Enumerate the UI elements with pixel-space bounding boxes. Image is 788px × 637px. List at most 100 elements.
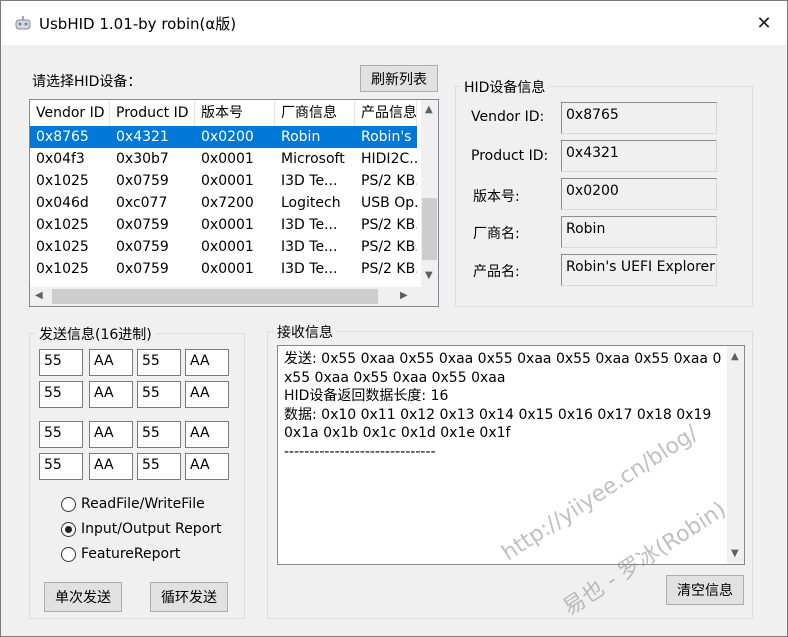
mode-feature-report-label: FeatureReport	[81, 546, 181, 562]
device-row[interactable]: 0x1025 0x0759 0x0001 I3D Te... PS/2 KB...	[30, 236, 417, 258]
device-cell: 0x1025	[36, 261, 89, 277]
vendor-id-field: 0x8765	[561, 102, 717, 134]
horizontal-scroll-thumb[interactable]	[52, 289, 378, 304]
device-list-horizontal-scrollbar[interactable]: ◀ ▶	[30, 287, 421, 306]
device-cell: Logitech	[281, 195, 341, 211]
device-cell: PS/2 KB...	[361, 261, 417, 277]
column-manufacturer[interactable]: 厂商信息	[275, 100, 355, 126]
mode-input-output-report-radio[interactable]: Input/Output Report	[61, 521, 221, 537]
device-row[interactable]: 0x1025 0x0759 0x0001 I3D Te... PS/2 KB...	[30, 170, 417, 192]
loop-send-button[interactable]: 循环发送	[150, 582, 228, 612]
vertical-scroll-thumb[interactable]	[422, 198, 437, 260]
main-window: UsbHID 1.01-by robin(α版) ✕ 请选择HID设备： 刷新列…	[0, 0, 788, 637]
column-version[interactable]: 版本号	[195, 100, 275, 126]
clear-info-button[interactable]: 清空信息	[666, 575, 744, 605]
device-row[interactable]: 0x1025 0x0759 0x0001 I3D Te... PS/2 KB...	[30, 258, 417, 280]
hex-byte-input[interactable]: AA	[89, 421, 133, 448]
scroll-right-icon[interactable]: ▶	[400, 290, 408, 301]
device-cell: 0x1025	[36, 217, 89, 233]
device-cell: 0x0200	[201, 129, 254, 145]
receive-title: 接收信息	[273, 322, 337, 342]
column-product-id[interactable]: Product ID	[110, 100, 195, 126]
refresh-list-button[interactable]: 刷新列表	[360, 65, 438, 92]
hex-byte-input[interactable]: 55	[39, 349, 83, 376]
device-cell: I3D Te...	[281, 217, 338, 233]
hex-byte-input[interactable]: 55	[39, 421, 83, 448]
hex-byte-input[interactable]: 55	[137, 421, 181, 448]
close-icon: ✕	[756, 12, 772, 34]
device-list-header: Vendor ID Product ID 版本号 厂商信息 产品信息	[30, 100, 417, 126]
device-cell: 0xc077	[116, 195, 168, 211]
device-cell: 0x0001	[201, 217, 254, 233]
device-cell: PS/2 KB...	[361, 217, 417, 233]
device-cell: 0x8765	[36, 129, 89, 145]
device-row[interactable]: 0x1025 0x0759 0x0001 I3D Te... PS/2 KB...	[30, 214, 417, 236]
hex-byte-input[interactable]: AA	[185, 349, 229, 376]
mode-input-output-report-label: Input/Output Report	[81, 521, 222, 537]
device-cell: 0x0759	[116, 261, 169, 277]
mode-feature-report-radio[interactable]: FeatureReport	[61, 546, 180, 562]
scroll-up-icon[interactable]: ▲	[731, 351, 739, 362]
device-cell: PS/2 KB...	[361, 173, 417, 189]
scroll-down-icon[interactable]: ▼	[731, 548, 739, 559]
radio-button-icon	[61, 546, 76, 562]
device-list-vertical-scrollbar[interactable]: ▲ ▼	[421, 100, 438, 288]
manufacturer-label: 厂商名:	[473, 226, 520, 242]
hex-byte-input[interactable]: 55	[137, 349, 181, 376]
device-cell: 0x0759	[116, 217, 169, 233]
version-field: 0x0200	[561, 178, 717, 210]
device-cell: I3D Te...	[281, 261, 338, 277]
single-send-button[interactable]: 单次发送	[44, 582, 122, 612]
device-cell: USB Op...	[361, 195, 417, 211]
device-cell: 0x0001	[201, 261, 254, 277]
column-vendor-id[interactable]: Vendor ID	[30, 100, 110, 126]
receive-vertical-scrollbar[interactable]: ▲ ▼	[727, 346, 744, 564]
product-id-field: 0x4321	[561, 140, 717, 172]
device-cell: 0x1025	[36, 239, 89, 255]
device-cell: PS/2 KB...	[361, 239, 417, 255]
column-product[interactable]: 产品信息	[355, 100, 417, 126]
device-list[interactable]: Vendor ID Product ID 版本号 厂商信息 产品信息 0x876…	[29, 99, 439, 307]
device-cell: Robin's ...	[361, 129, 417, 145]
hex-byte-input[interactable]: 55	[39, 453, 83, 480]
device-row[interactable]: 0x8765 0x4321 0x0200 Robin Robin's ...	[30, 126, 417, 148]
scroll-left-icon[interactable]: ◀	[35, 290, 43, 301]
product-field: Robin's UEFI Explorer	[561, 254, 717, 286]
product-label: 产品名:	[473, 264, 520, 280]
device-row[interactable]: 0x046d 0xc077 0x7200 Logitech USB Op...	[30, 192, 417, 214]
device-cell: 0x7200	[201, 195, 254, 211]
device-list-body: 0x8765 0x4321 0x0200 Robin Robin's ... 0x04f3…	[30, 126, 417, 280]
hex-byte-input[interactable]: AA	[185, 421, 229, 448]
mode-readfile-writefile-label: ReadFile/WriteFile	[81, 496, 205, 512]
window-title: UsbHID 1.01-by robin(α版)	[39, 15, 237, 33]
hex-byte-input[interactable]: 55	[39, 381, 83, 408]
hex-byte-input[interactable]: AA	[185, 381, 229, 408]
device-cell: 0x0001	[201, 151, 254, 167]
manufacturer-field: Robin	[561, 216, 717, 248]
product-id-label: Product ID:	[471, 148, 549, 164]
device-cell: Microsoft	[281, 151, 345, 167]
hex-byte-input[interactable]: 55	[137, 453, 181, 480]
device-cell: 0x30b7	[116, 151, 169, 167]
usb-app-icon	[15, 16, 31, 30]
hex-byte-input[interactable]: 55	[137, 381, 181, 408]
hex-byte-input[interactable]: AA	[89, 349, 133, 376]
close-button[interactable]: ✕	[741, 1, 787, 45]
hex-byte-input[interactable]: AA	[89, 381, 133, 408]
device-cell: 0x0759	[116, 239, 169, 255]
hex-byte-input[interactable]: AA	[89, 453, 133, 480]
device-cell: Robin	[281, 129, 321, 145]
scroll-down-icon[interactable]: ▼	[425, 270, 433, 281]
version-label: 版本号:	[473, 189, 520, 205]
hex-byte-input[interactable]: AA	[185, 453, 229, 480]
device-cell: I3D Te...	[281, 239, 338, 255]
mode-readfile-writefile-radio[interactable]: ReadFile/WriteFile	[61, 496, 205, 512]
title-bar: UsbHID 1.01-by robin(α版) ✕	[1, 1, 787, 45]
scrollbar-corner	[421, 287, 438, 306]
device-row[interactable]: 0x04f3 0x30b7 0x0001 Microsoft HIDI2C...	[30, 148, 417, 170]
device-cell: 0x4321	[116, 129, 169, 145]
send-title: 发送信息(16进制)	[35, 324, 156, 344]
scroll-up-icon[interactable]: ▲	[425, 104, 433, 115]
radio-button-icon	[61, 496, 76, 512]
device-info-title: HID设备信息	[460, 77, 550, 97]
